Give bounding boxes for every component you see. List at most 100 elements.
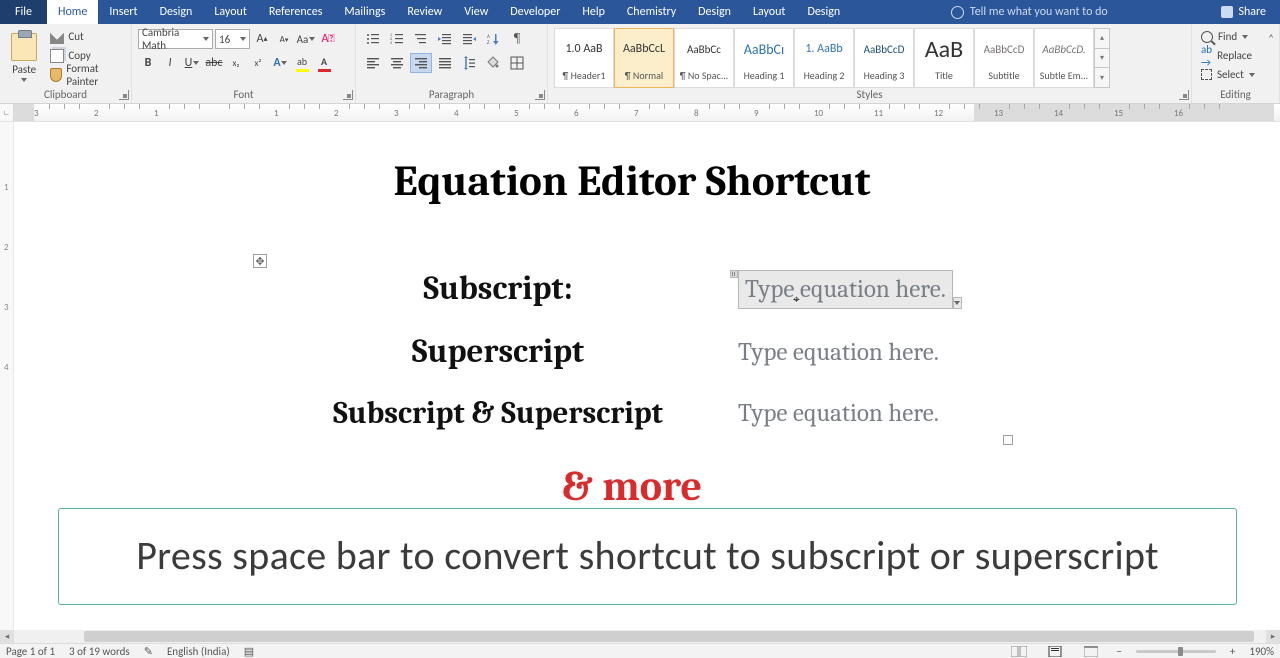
styles-dialog-launcher[interactable] xyxy=(1179,90,1189,100)
styles-down-button[interactable]: ▾ xyxy=(1095,49,1109,69)
show-hide-button[interactable]: ¶ xyxy=(506,29,528,49)
paragraph-dialog-launcher[interactable] xyxy=(535,90,545,100)
zoom-slider-thumb[interactable] xyxy=(1178,647,1183,656)
style-tile[interactable]: AaBbCc¶ No Spac... xyxy=(674,28,734,88)
styles-up-button[interactable]: ▴ xyxy=(1095,29,1109,49)
tab-layout[interactable]: Layout xyxy=(203,0,258,24)
align-center-button[interactable] xyxy=(386,53,408,73)
spell-check-icon[interactable]: ✎ xyxy=(144,645,153,658)
style-tile[interactable]: AaBbCcL¶ Normal xyxy=(614,28,674,88)
tab-mailings[interactable]: Mailings xyxy=(333,0,396,24)
italic-button[interactable]: I xyxy=(160,53,180,73)
style-tile[interactable]: AaBbCcD.Subtle Em... xyxy=(1034,28,1094,88)
horizontal-scrollbar[interactable]: ◂ ▸ xyxy=(0,630,1280,643)
underline-button[interactable]: U xyxy=(182,53,202,73)
shrink-font-button[interactable]: A▾ xyxy=(274,29,294,49)
borders-button[interactable] xyxy=(506,53,528,73)
superscript-button[interactable]: x² xyxy=(248,53,268,73)
scroll-left-button[interactable]: ◂ xyxy=(0,630,14,643)
numbering-button[interactable]: 123 xyxy=(386,29,408,49)
style-tile[interactable]: AaBTitle xyxy=(914,28,974,88)
print-layout-button[interactable] xyxy=(1044,645,1066,658)
replace-button[interactable]: ab→Replace xyxy=(1198,46,1258,65)
clear-formatting-button[interactable]: A⃠ xyxy=(318,29,338,49)
styles-more-button[interactable]: ▾ xyxy=(1095,68,1109,87)
horizontal-ruler[interactable]: ∟ 32112345678910111213141516 xyxy=(0,104,1280,122)
scrollbar-thumb[interactable] xyxy=(84,631,1254,642)
font-color-button[interactable]: A xyxy=(314,53,334,73)
align-left-button[interactable] xyxy=(362,53,384,73)
justify-button[interactable] xyxy=(434,53,456,73)
tab-table-layout[interactable]: Layout xyxy=(742,0,797,24)
increase-indent-button[interactable] xyxy=(458,29,480,49)
copy-label: Copy xyxy=(68,49,90,62)
ruler-tick: 8 xyxy=(694,108,699,119)
tab-home[interactable]: Home xyxy=(47,0,98,24)
grow-font-button[interactable]: A▴ xyxy=(252,29,272,49)
language-indicator[interactable]: English (India) xyxy=(167,645,230,658)
text-effects-button[interactable]: A xyxy=(270,53,290,73)
style-tile[interactable]: 1. AaBbHeading 2 xyxy=(794,28,854,88)
zoom-out-button[interactable]: − xyxy=(1116,645,1121,658)
font-size-combo[interactable]: 16 xyxy=(215,29,250,49)
multilevel-list-button[interactable] xyxy=(410,29,432,49)
tab-equation-design[interactable]: Design xyxy=(796,0,851,24)
select-button[interactable]: Select xyxy=(1198,65,1258,84)
tell-me-search[interactable]: Tell me what you want to do xyxy=(939,0,1120,24)
bullets-button[interactable] xyxy=(362,29,384,49)
line-spacing-button[interactable] xyxy=(458,53,480,73)
document-page[interactable]: Equation Editor Shortcut ✥ Subscript: Ty… xyxy=(32,150,1232,630)
tab-references[interactable]: References xyxy=(258,0,334,24)
zoom-slider[interactable] xyxy=(1136,650,1216,653)
equation-placeholder[interactable]: Type equation here. xyxy=(738,338,939,367)
tab-help[interactable]: Help xyxy=(571,0,616,24)
tab-review[interactable]: Review xyxy=(396,0,453,24)
styles-scroll[interactable]: ▴▾▾ xyxy=(1094,28,1110,88)
page-indicator[interactable]: Page 1 of 1 xyxy=(6,645,55,658)
tab-design[interactable]: Design xyxy=(149,0,204,24)
macro-icon[interactable]: ▤ xyxy=(244,645,254,658)
bold-button[interactable]: B xyxy=(138,53,158,73)
zoom-value[interactable]: 190% xyxy=(1249,645,1274,658)
decrease-indent-button[interactable] xyxy=(434,29,456,49)
collapse-ribbon-button[interactable]: ˄ xyxy=(1268,32,1274,45)
format-painter-button[interactable]: Format Painter xyxy=(47,65,125,84)
highlight-button[interactable]: ab xyxy=(292,53,312,73)
table-resize-handle[interactable] xyxy=(1003,435,1013,445)
scroll-right-button[interactable]: ▸ xyxy=(1266,630,1280,643)
sort-button[interactable]: AZ xyxy=(482,29,504,49)
tab-view[interactable]: View xyxy=(453,0,499,24)
cut-button[interactable]: Cut xyxy=(47,27,125,46)
share-button[interactable]: Share xyxy=(1207,0,1280,24)
web-layout-button[interactable] xyxy=(1080,645,1102,658)
style-tile[interactable]: 1.0 AaB¶ Header1 xyxy=(554,28,614,88)
zoom-in-button[interactable]: + xyxy=(1230,645,1235,658)
equation-placeholder-active[interactable]: Type equation here. ⌖ xyxy=(738,270,953,309)
chevron-down-icon xyxy=(240,37,246,41)
equation-placeholder[interactable]: Type equation here. xyxy=(738,399,939,428)
subscript-button[interactable]: x₂ xyxy=(226,53,246,73)
font-name-combo[interactable]: Cambria Math xyxy=(138,29,213,49)
vertical-ruler[interactable]: 1234 xyxy=(0,122,14,630)
tab-table-design[interactable]: Design xyxy=(687,0,742,24)
change-case-button[interactable]: Aa xyxy=(296,29,316,49)
strikethrough-button[interactable]: abc xyxy=(204,53,224,73)
style-tile[interactable]: AaBbCıHeading 1 xyxy=(734,28,794,88)
style-name: ¶ Normal xyxy=(625,66,663,84)
read-mode-button[interactable] xyxy=(1008,645,1030,658)
word-count[interactable]: 3 of 19 words xyxy=(69,645,130,658)
equation-options-dropdown[interactable] xyxy=(953,297,962,309)
style-tile[interactable]: AaBbCcDSubtitle xyxy=(974,28,1034,88)
equation-grip-icon[interactable] xyxy=(730,270,738,278)
tab-insert[interactable]: Insert xyxy=(98,0,148,24)
tab-developer[interactable]: Developer xyxy=(499,0,571,24)
style-tile[interactable]: AaBbCcDHeading 3 xyxy=(854,28,914,88)
shading-button[interactable] xyxy=(482,53,504,73)
tab-file[interactable]: File xyxy=(0,0,47,24)
paste-button[interactable]: Paste xyxy=(6,26,42,88)
tab-chemistry[interactable]: Chemistry xyxy=(616,0,687,24)
clipboard-dialog-launcher[interactable] xyxy=(119,90,129,100)
font-dialog-launcher[interactable] xyxy=(343,90,353,100)
align-right-button[interactable] xyxy=(410,53,432,73)
ruler-tab-selector[interactable]: ∟ xyxy=(0,104,14,121)
